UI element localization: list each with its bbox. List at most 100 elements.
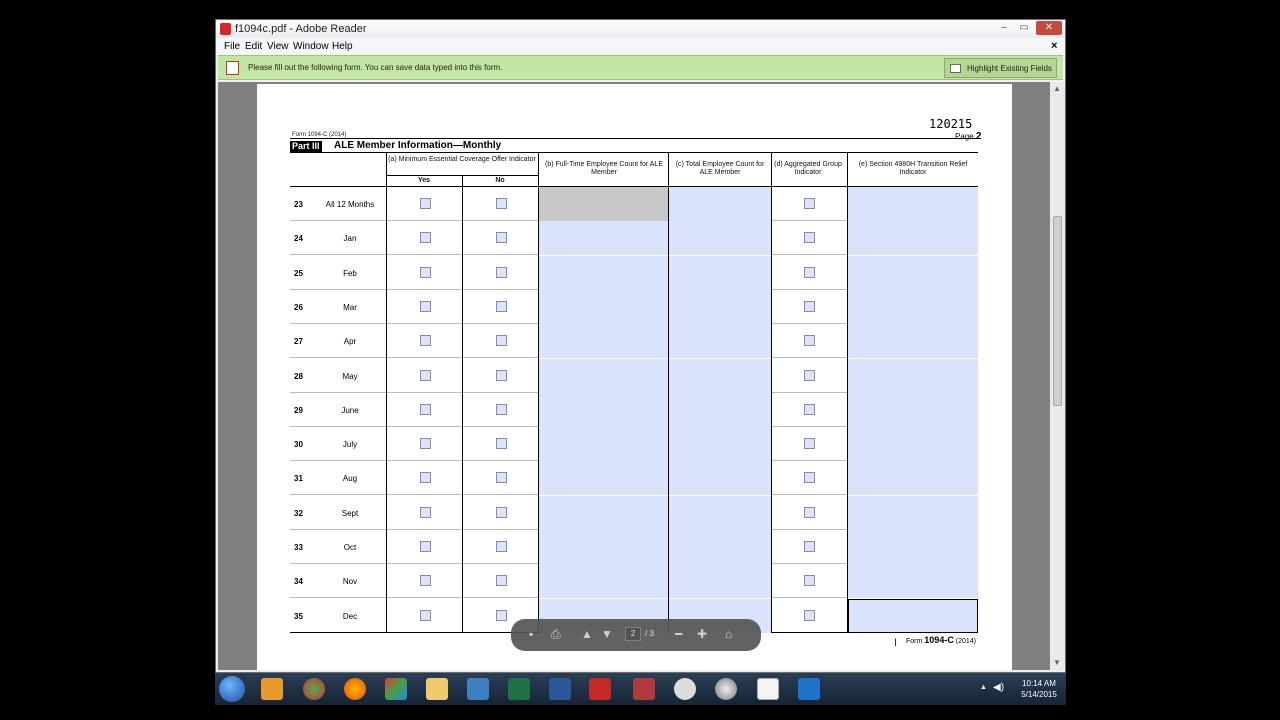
total-count-field[interactable] <box>669 392 771 427</box>
menu-view[interactable]: View <box>267 41 289 52</box>
total-count-field[interactable] <box>669 427 771 462</box>
full-time-count-field[interactable] <box>539 392 668 427</box>
full-time-count-field[interactable] <box>539 221 668 256</box>
transition-relief-field[interactable] <box>848 461 978 496</box>
full-time-count-field[interactable] <box>539 495 668 530</box>
coverage-yes-checkbox[interactable] <box>420 472 431 484</box>
full-time-count-field[interactable] <box>539 461 668 496</box>
document-viewport[interactable]: 120215 Page 2 Form 1094-C (2014) Part II… <box>218 82 1050 670</box>
coverage-no-checkbox[interactable] <box>496 403 507 415</box>
total-count-field[interactable] <box>669 461 771 496</box>
tray-expand-icon[interactable]: ▲ <box>980 684 987 691</box>
coverage-no-checkbox[interactable] <box>496 232 507 244</box>
full-time-count-field[interactable] <box>539 289 668 324</box>
previous-page-icon[interactable]: ▲ <box>581 627 593 641</box>
volume-icon[interactable]: ◀) <box>993 682 1004 693</box>
coverage-no-checkbox[interactable] <box>496 266 507 278</box>
remote-desktop-icon[interactable] <box>467 678 489 700</box>
full-time-count-field[interactable] <box>539 187 668 221</box>
full-time-count-field[interactable] <box>539 324 668 359</box>
scroll-down-icon[interactable]: ▼ <box>1053 658 1061 667</box>
coverage-yes-checkbox[interactable] <box>420 300 431 312</box>
aggregated-group-checkbox[interactable] <box>804 541 815 552</box>
total-count-field[interactable] <box>669 255 771 290</box>
coverage-yes-checkbox[interactable] <box>420 438 431 450</box>
start-button[interactable] <box>219 676 245 702</box>
transition-relief-field[interactable] <box>848 289 978 324</box>
coverage-yes-checkbox[interactable] <box>420 541 431 552</box>
acrobat-icon[interactable] <box>757 678 779 700</box>
coverage-no-checkbox[interactable] <box>496 335 507 347</box>
transition-relief-field[interactable] <box>848 324 978 359</box>
coverage-yes-checkbox[interactable] <box>420 369 431 381</box>
disc-icon[interactable] <box>715 678 737 700</box>
transition-relief-field[interactable] <box>848 495 978 530</box>
clock[interactable]: 10:14 AM 5/14/2015 <box>1015 678 1063 700</box>
home-icon[interactable]: ⌂ <box>725 627 732 641</box>
highlight-fields-button[interactable]: Highlight Existing Fields <box>944 58 1057 78</box>
full-time-count-field[interactable] <box>539 564 668 599</box>
zoom-out-icon[interactable]: ━ <box>675 627 682 641</box>
transition-relief-field[interactable] <box>848 427 978 462</box>
transition-relief-field[interactable] <box>848 564 978 599</box>
coverage-no-checkbox[interactable] <box>496 609 507 621</box>
aggregated-group-checkbox[interactable] <box>804 300 815 312</box>
total-count-field[interactable] <box>669 530 771 564</box>
total-count-field[interactable] <box>669 187 771 221</box>
full-time-count-field[interactable] <box>539 358 668 393</box>
full-time-count-field[interactable] <box>539 427 668 462</box>
transition-relief-field[interactable] <box>848 358 978 393</box>
total-count-field[interactable] <box>669 564 771 599</box>
scrollbar-thumb[interactable] <box>1053 216 1062 406</box>
page-number-input[interactable]: 2 <box>625 627 641 641</box>
full-time-count-field[interactable] <box>539 530 668 564</box>
next-page-icon[interactable]: ▼ <box>601 627 613 641</box>
aggregated-group-checkbox[interactable] <box>804 609 815 621</box>
transition-relief-field[interactable] <box>848 187 978 221</box>
coverage-yes-checkbox[interactable] <box>420 198 431 209</box>
aggregated-group-checkbox[interactable] <box>804 266 815 278</box>
coverage-no-checkbox[interactable] <box>496 369 507 381</box>
paint-icon[interactable] <box>385 678 407 700</box>
adobe-reader-task-icon[interactable] <box>589 678 611 700</box>
snipping-tool-icon[interactable] <box>674 678 696 700</box>
aggregated-group-checkbox[interactable] <box>804 335 815 347</box>
total-count-field[interactable] <box>669 221 771 256</box>
aggregated-group-checkbox[interactable] <box>804 403 815 415</box>
coverage-no-checkbox[interactable] <box>496 575 507 587</box>
aggregated-group-checkbox[interactable] <box>804 506 815 518</box>
scroll-up-icon[interactable]: ▲ <box>1053 84 1061 93</box>
aggregated-group-checkbox[interactable] <box>804 369 815 381</box>
outlook-icon[interactable] <box>261 678 283 700</box>
transition-relief-field[interactable] <box>848 598 978 633</box>
explorer-icon[interactable] <box>426 678 448 700</box>
total-count-field[interactable] <box>669 358 771 393</box>
aggregated-group-checkbox[interactable] <box>804 232 815 244</box>
coverage-yes-checkbox[interactable] <box>420 232 431 244</box>
zoom-in-icon[interactable]: ✚ <box>697 627 707 641</box>
print-icon[interactable]: ⎙ <box>551 627 561 642</box>
coverage-yes-checkbox[interactable] <box>420 403 431 415</box>
close-document-icon[interactable]: × <box>1051 40 1057 52</box>
coverage-no-checkbox[interactable] <box>496 541 507 552</box>
word-icon[interactable] <box>549 678 571 700</box>
menu-window[interactable]: Window <box>293 41 329 52</box>
save-icon[interactable]: ▪ <box>529 627 533 641</box>
aggregated-group-checkbox[interactable] <box>804 198 815 209</box>
transition-relief-field[interactable] <box>848 530 978 564</box>
coverage-no-checkbox[interactable] <box>496 438 507 450</box>
snowflake-icon[interactable] <box>798 678 820 700</box>
chrome-icon[interactable] <box>303 678 325 700</box>
aggregated-group-checkbox[interactable] <box>804 438 815 450</box>
minimize-button[interactable]: – <box>994 21 1014 35</box>
total-count-field[interactable] <box>669 324 771 359</box>
menu-edit[interactable]: Edit <box>245 41 262 52</box>
total-count-field[interactable] <box>669 495 771 530</box>
coverage-yes-checkbox[interactable] <box>420 575 431 587</box>
coverage-no-checkbox[interactable] <box>496 506 507 518</box>
coverage-yes-checkbox[interactable] <box>420 266 431 278</box>
coverage-no-checkbox[interactable] <box>496 472 507 484</box>
total-count-field[interactable] <box>669 289 771 324</box>
coverage-no-checkbox[interactable] <box>496 300 507 312</box>
coverage-no-checkbox[interactable] <box>496 198 507 209</box>
